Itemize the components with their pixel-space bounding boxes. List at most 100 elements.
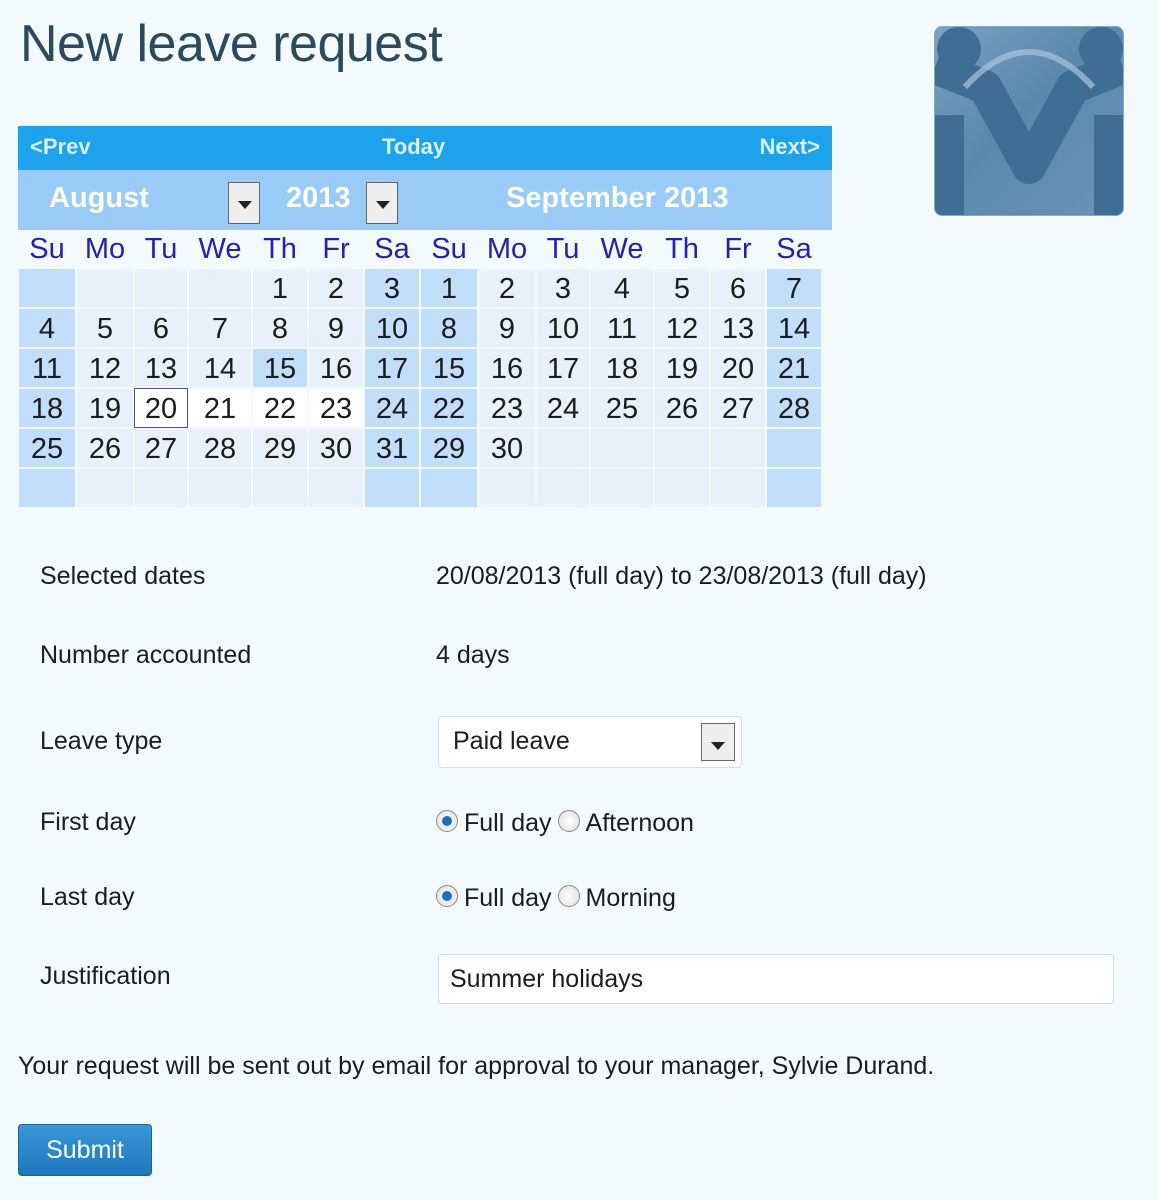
calendar-day[interactable]: 1: [252, 268, 308, 308]
calendar-empty-cell: [766, 468, 822, 508]
calendar-day[interactable]: 27: [134, 428, 188, 468]
approval-notice: Your request will be sent out by email f…: [18, 1052, 935, 1080]
calendar-day[interactable]: 6: [134, 308, 188, 348]
date-calendar: <Prev Today Next> August 2013 September …: [18, 126, 832, 508]
calendar-day[interactable]: 13: [710, 308, 766, 348]
calendar-day[interactable]: 28: [766, 388, 822, 428]
calendar-day[interactable]: 18: [18, 388, 76, 428]
selected-dates-value: 20/08/2013 (full day) to 23/08/2013 (ful…: [436, 562, 927, 590]
calendar-day[interactable]: 20: [710, 348, 766, 388]
calendar-day[interactable]: 11: [590, 308, 654, 348]
calendar-day[interactable]: 10: [536, 308, 590, 348]
calendar-day[interactable]: 1: [420, 268, 478, 308]
calendar-day[interactable]: 26: [654, 388, 710, 428]
calendar-day[interactable]: 29: [420, 428, 478, 468]
weekday-header: Tu: [546, 233, 580, 265]
chevron-down-icon[interactable]: [701, 723, 735, 761]
calendar-day[interactable]: 25: [18, 428, 76, 468]
calendar-day[interactable]: 29: [252, 428, 308, 468]
calendar-day[interactable]: 5: [76, 308, 134, 348]
calendar-day[interactable]: 13: [134, 348, 188, 388]
calendar-day[interactable]: 15: [252, 348, 308, 388]
calendar-day[interactable]: 3: [364, 268, 420, 308]
calendar-day[interactable]: 26: [76, 428, 134, 468]
calendar-day[interactable]: 5: [654, 268, 710, 308]
calendar-day[interactable]: 2: [308, 268, 364, 308]
submit-button[interactable]: Submit: [18, 1124, 152, 1176]
calendar-day[interactable]: 27: [710, 388, 766, 428]
calendar-day[interactable]: 14: [766, 308, 822, 348]
calendar-day[interactable]: 11: [18, 348, 76, 388]
calendar-empty-cell: [710, 468, 766, 508]
weekday-header: Th: [665, 233, 699, 265]
last-day-morning-label[interactable]: Morning: [586, 884, 676, 912]
prev-month-link[interactable]: <Prev: [30, 134, 91, 160]
calendar-day[interactable]: 2: [478, 268, 536, 308]
calendar-header: August 2013 September 2013: [18, 170, 832, 230]
calendar-day[interactable]: 22: [252, 388, 308, 428]
calendar-day[interactable]: 20: [134, 388, 188, 428]
calendar-day[interactable]: 12: [654, 308, 710, 348]
last-day-options: Full day Morning: [436, 883, 682, 913]
calendar-day[interactable]: 6: [710, 268, 766, 308]
last-day-morning-radio[interactable]: [557, 885, 580, 908]
calendar-day[interactable]: 18: [590, 348, 654, 388]
calendar-day[interactable]: 17: [364, 348, 420, 388]
calendar-day[interactable]: 25: [590, 388, 654, 428]
calendar-day[interactable]: 23: [478, 388, 536, 428]
calendar-day[interactable]: 31: [364, 428, 420, 468]
calendar-day[interactable]: 23: [308, 388, 364, 428]
calendar-day[interactable]: 24: [536, 388, 590, 428]
calendar-day[interactable]: 8: [252, 308, 308, 348]
calendar-day[interactable]: 30: [478, 428, 536, 468]
calendar-day[interactable]: 30: [308, 428, 364, 468]
next-month-link[interactable]: Next>: [759, 134, 820, 160]
calendar-empty-cell: [18, 268, 76, 308]
first-day-afternoon-label[interactable]: Afternoon: [586, 809, 694, 837]
calendar-day[interactable]: 16: [308, 348, 364, 388]
calendar-day[interactable]: 7: [188, 308, 252, 348]
calendar-empty-cell: [420, 468, 478, 508]
calendar-empty-cell: [364, 468, 420, 508]
calendar-day[interactable]: 14: [188, 348, 252, 388]
calendar-empty-cell: [134, 468, 188, 508]
calendar-day[interactable]: 7: [766, 268, 822, 308]
calendar-day[interactable]: 21: [188, 388, 252, 428]
last-day-full-label[interactable]: Full day: [464, 884, 552, 912]
last-day-full-radio[interactable]: [436, 885, 458, 908]
calendar-day[interactable]: 19: [76, 388, 134, 428]
calendar-day[interactable]: 3: [536, 268, 590, 308]
weekday-header: Mo: [486, 233, 528, 265]
calendar-day[interactable]: 15: [420, 348, 478, 388]
page-title: New leave request: [20, 15, 443, 73]
weekday-header: Fr: [724, 233, 752, 265]
calendar-nav-bar: <Prev Today Next>: [18, 126, 832, 170]
calendar-day[interactable]: 9: [308, 308, 364, 348]
first-day-options: Full day Afternoon: [436, 808, 700, 838]
calendar-day[interactable]: 12: [76, 348, 134, 388]
year-dropdown-button[interactable]: [366, 182, 398, 224]
calendar-day[interactable]: 28: [188, 428, 252, 468]
calendar-empty-cell: [18, 468, 76, 508]
calendar-day[interactable]: 17: [536, 348, 590, 388]
leave-type-select[interactable]: Paid leave: [438, 716, 742, 768]
first-day-afternoon-radio[interactable]: [557, 810, 580, 833]
calendar-day[interactable]: 24: [364, 388, 420, 428]
calendar-day[interactable]: 10: [364, 308, 420, 348]
calendar-empty-cell: [590, 428, 654, 468]
calendar-day[interactable]: 19: [654, 348, 710, 388]
justification-input[interactable]: [438, 954, 1114, 1004]
calendar-day[interactable]: 16: [478, 348, 536, 388]
calendar-day[interactable]: 4: [590, 268, 654, 308]
calendar-day[interactable]: 22: [420, 388, 478, 428]
calendar-day[interactable]: 8: [420, 308, 478, 348]
first-day-full-radio[interactable]: [436, 810, 458, 833]
calendar-day[interactable]: 4: [18, 308, 76, 348]
last-day-label: Last day: [40, 883, 135, 911]
calendar-day[interactable]: 21: [766, 348, 822, 388]
first-day-full-label[interactable]: Full day: [464, 809, 552, 837]
calendar-empty-cell: [188, 468, 252, 508]
today-link[interactable]: Today: [382, 134, 445, 160]
month-dropdown-button[interactable]: [228, 182, 260, 224]
calendar-day[interactable]: 9: [478, 308, 536, 348]
